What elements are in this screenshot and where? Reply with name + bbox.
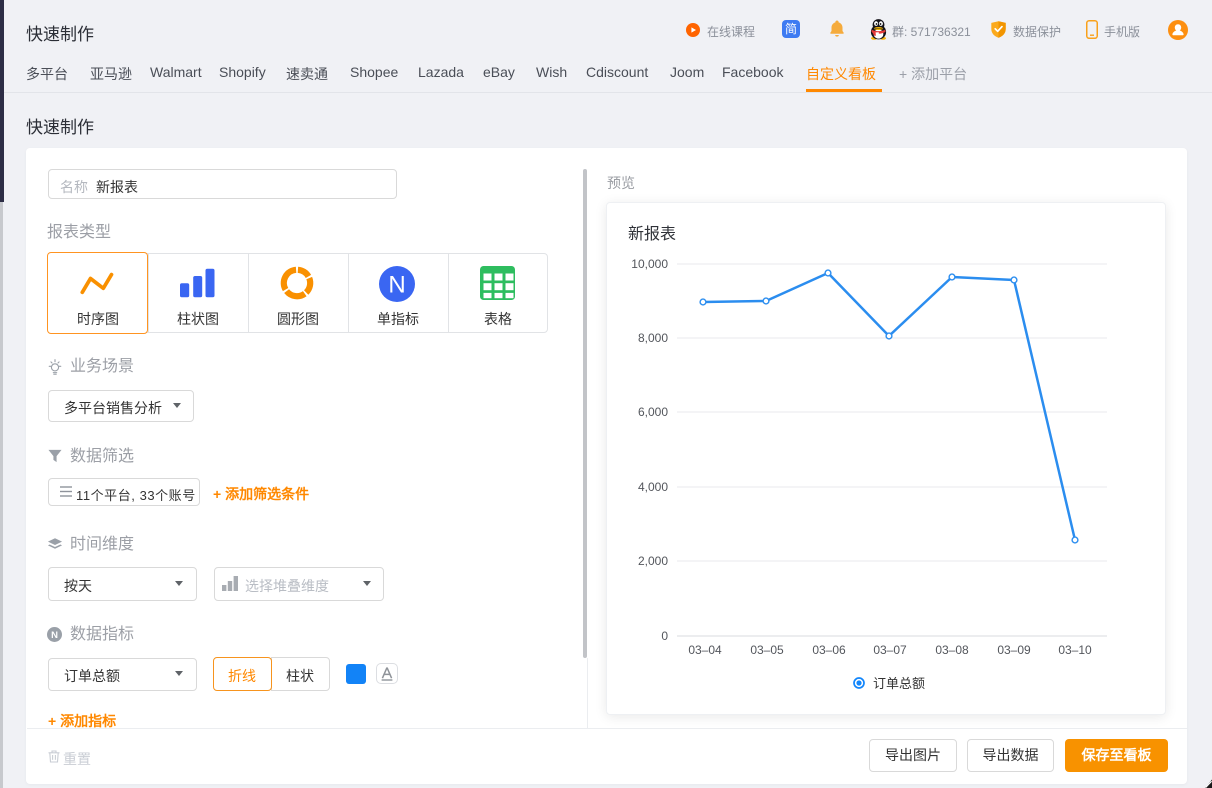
svg-text:8,000: 8,000	[638, 331, 668, 345]
svg-text:订单总额: 订单总额	[873, 676, 925, 691]
svg-text:03–10: 03–10	[1058, 643, 1092, 657]
svg-text:6,000: 6,000	[638, 405, 668, 419]
svg-text:N: N	[51, 630, 58, 641]
svg-text:10,000: 10,000	[631, 257, 668, 271]
svg-text:03–07: 03–07	[873, 643, 907, 657]
svg-text:03–05: 03–05	[750, 643, 784, 657]
svg-text:4,000: 4,000	[638, 480, 668, 494]
svg-text:03–06: 03–06	[812, 643, 846, 657]
svg-text:2,000: 2,000	[638, 554, 668, 568]
svg-text:0: 0	[661, 629, 668, 643]
svg-text:03–08: 03–08	[935, 643, 969, 657]
svg-text:03–04: 03–04	[688, 643, 722, 657]
svg-text:03–09: 03–09	[997, 643, 1031, 657]
svg-text:N: N	[388, 272, 405, 299]
